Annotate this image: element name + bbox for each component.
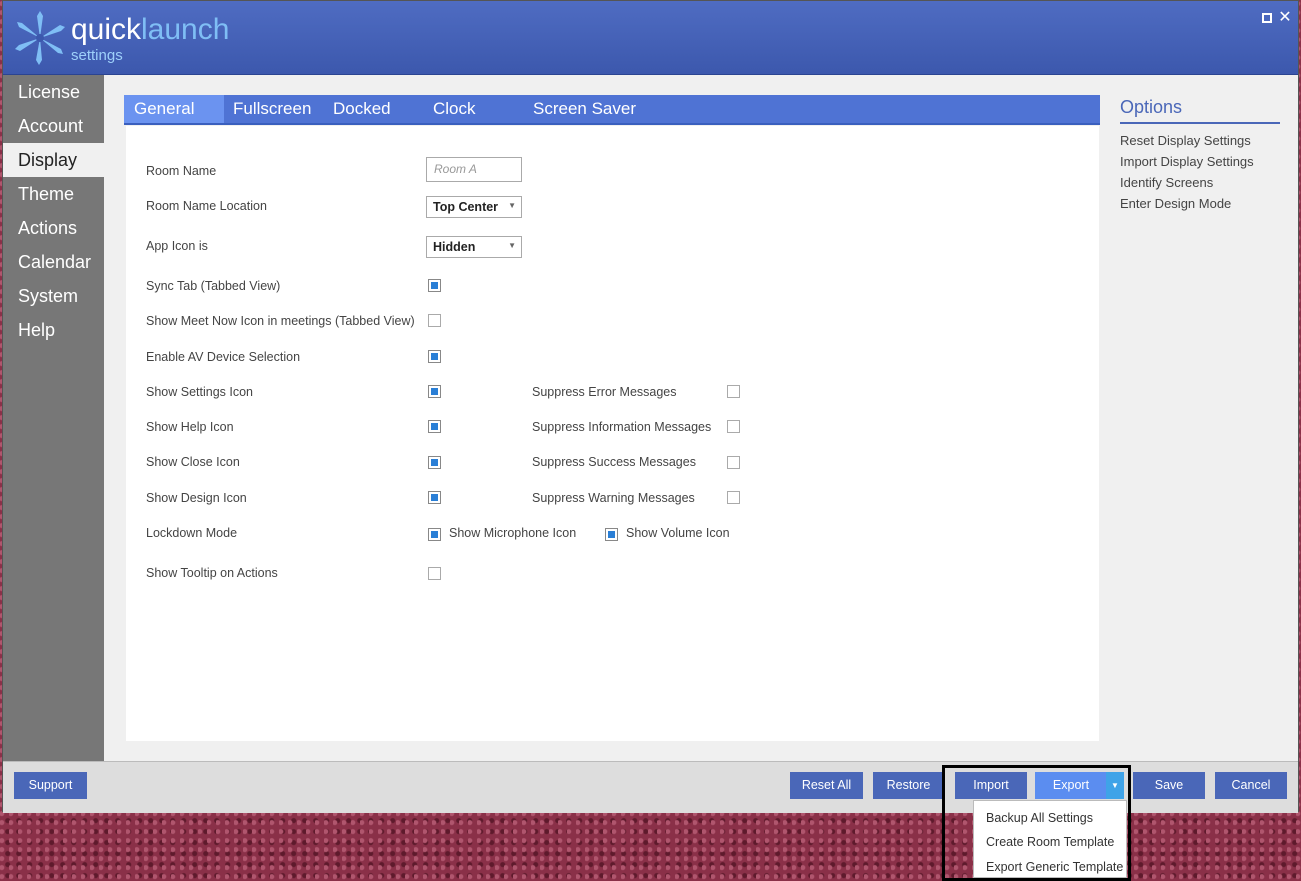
support-button[interactable]: Support	[14, 772, 87, 799]
suppress-info-checkbox[interactable]	[727, 420, 740, 433]
volume-icon-label: Show Volume Icon	[626, 526, 730, 540]
maximize-icon	[1262, 13, 1272, 23]
room-name-location-label: Room Name Location	[146, 199, 267, 213]
room-name-location-select[interactable]: Top Center ▼	[426, 196, 522, 218]
meet-now-label: Show Meet Now Icon in meetings (Tabbed V…	[146, 314, 415, 328]
microphone-icon-checkbox[interactable]	[428, 528, 441, 541]
room-name-label: Room Name	[146, 164, 217, 178]
sync-tab-label: Sync Tab (Tabbed View)	[146, 279, 281, 293]
options-panel: Options Reset Display Settings Import Di…	[1120, 97, 1280, 211]
microphone-icon-label: Show Microphone Icon	[449, 526, 577, 540]
logo-quick-text: quick	[71, 13, 142, 46]
design-icon-checkbox[interactable]	[428, 491, 441, 504]
tab-general[interactable]: General	[124, 95, 225, 123]
suppress-error-label: Suppress Error Messages	[532, 385, 677, 399]
suppress-warning-label: Suppress Warning Messages	[532, 491, 695, 505]
chevron-down-icon: ▼	[508, 241, 516, 250]
suppress-success-checkbox[interactable]	[727, 456, 740, 469]
reset-all-button[interactable]: Reset All	[790, 772, 863, 799]
settings-icon-label: Show Settings Icon	[146, 385, 254, 399]
tooltip-checkbox[interactable]	[428, 567, 441, 580]
av-device-checkbox[interactable]	[428, 350, 441, 363]
general-settings-panel: Room Name Room A Room Name Location Top …	[126, 126, 1099, 741]
design-icon-label: Show Design Icon	[146, 491, 247, 505]
tab-bar: General Fullscreen Docked Clock Screen S…	[124, 95, 1100, 125]
create-room-template-item[interactable]: Create Room Template	[986, 835, 1114, 849]
room-name-location-value: Top Center	[433, 200, 499, 214]
identify-screens-link[interactable]: Identify Screens	[1120, 175, 1280, 190]
settings-icon-checkbox[interactable]	[428, 385, 441, 398]
chevron-down-icon: ▼	[508, 201, 516, 210]
sync-tab-checkbox[interactable]	[428, 279, 441, 292]
settings-window: quick launch settings ✕ License Account …	[2, 0, 1299, 813]
restore-button[interactable]: Restore	[873, 772, 944, 799]
export-button[interactable]: Export	[1035, 772, 1107, 799]
av-device-label: Enable AV Device Selection	[146, 350, 301, 364]
volume-icon-checkbox[interactable]	[605, 528, 618, 541]
title-bar: quick launch settings ✕	[3, 1, 1298, 75]
help-icon-checkbox[interactable]	[428, 420, 441, 433]
help-icon-label: Show Help Icon	[146, 420, 234, 434]
app-icon-select[interactable]: Hidden ▼	[426, 236, 522, 258]
app-icon-label: App Icon is	[146, 239, 208, 253]
maximize-button[interactable]	[1260, 11, 1274, 25]
close-icon-label: Show Close Icon	[146, 455, 240, 469]
close-button[interactable]: ✕	[1278, 9, 1292, 26]
sidebar-item-calendar[interactable]: Calendar	[3, 245, 104, 279]
import-display-settings-link[interactable]: Import Display Settings	[1120, 154, 1280, 169]
close-icon-checkbox[interactable]	[428, 456, 441, 469]
sidebar-item-help[interactable]: Help	[3, 313, 104, 347]
logo-launch-text: launch	[141, 13, 230, 46]
tooltip-label: Show Tooltip on Actions	[146, 566, 278, 580]
export-dropdown-toggle[interactable]: ▼	[1106, 772, 1124, 799]
meet-now-checkbox[interactable]	[428, 314, 441, 327]
export-menu: Backup All Settings Create Room Template…	[973, 800, 1127, 878]
sidebar-item-display[interactable]: Display	[3, 143, 104, 177]
reset-display-settings-link[interactable]: Reset Display Settings	[1120, 133, 1280, 148]
suppress-info-label: Suppress Information Messages	[532, 420, 712, 434]
tab-fullscreen[interactable]: Fullscreen	[233, 95, 311, 123]
enter-design-mode-link[interactable]: Enter Design Mode	[1120, 196, 1280, 211]
sidebar-item-theme[interactable]: Theme	[3, 177, 104, 211]
sidebar-item-account[interactable]: Account	[3, 109, 104, 143]
tab-docked[interactable]: Docked	[333, 95, 391, 123]
chevron-down-icon: ▼	[1111, 781, 1119, 790]
tab-clock[interactable]: Clock	[433, 95, 476, 123]
room-name-input[interactable]: Room A	[426, 157, 522, 182]
save-button[interactable]: Save	[1133, 772, 1205, 799]
sidebar-item-actions[interactable]: Actions	[3, 211, 104, 245]
lockdown-mode-label: Lockdown Mode	[146, 526, 238, 540]
export-generic-template-item[interactable]: Export Generic Template	[986, 860, 1123, 874]
sidebar: License Account Display Theme Actions Ca…	[3, 75, 104, 761]
logo-settings-text: settings	[71, 47, 123, 64]
app-icon-value: Hidden	[433, 240, 476, 254]
cancel-button[interactable]: Cancel	[1215, 772, 1287, 799]
options-list: Reset Display Settings Import Display Se…	[1120, 133, 1280, 211]
tab-screen-saver[interactable]: Screen Saver	[533, 95, 636, 123]
backup-all-settings-item[interactable]: Backup All Settings	[986, 811, 1093, 825]
sidebar-item-system[interactable]: System	[3, 279, 104, 313]
suppress-success-label: Suppress Success Messages	[532, 455, 696, 469]
quicklaunch-logo-icon	[15, 11, 65, 65]
suppress-error-checkbox[interactable]	[727, 385, 740, 398]
options-title: Options	[1120, 97, 1280, 124]
suppress-warning-checkbox[interactable]	[727, 491, 740, 504]
import-button[interactable]: Import	[955, 772, 1027, 799]
sidebar-item-license[interactable]: License	[3, 75, 104, 109]
close-icon: ✕	[1278, 9, 1292, 26]
